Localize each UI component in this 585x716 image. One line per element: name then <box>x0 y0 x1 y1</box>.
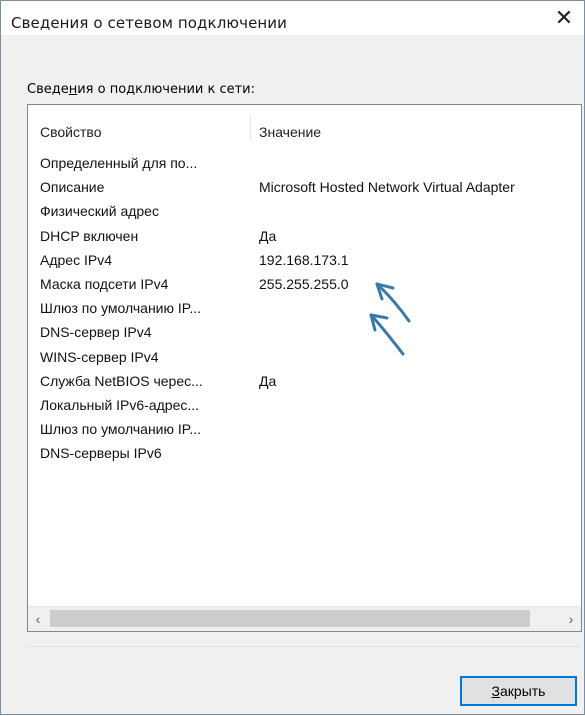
table-row[interactable]: Служба NetBIOS черес... Да <box>28 370 581 394</box>
connection-details-list[interactable]: Свойство Значение Определенный для по...… <box>27 104 582 632</box>
network-connection-details-dialog: Сведения о сетевом подключении ✕ Сведени… <box>0 0 585 715</box>
value-cell: Да <box>259 227 277 244</box>
property-cell: WINS-сервер IPv4 <box>40 348 159 365</box>
close-button-access-key: З <box>491 683 500 699</box>
column-header-property[interactable]: Свойство <box>40 124 101 140</box>
table-row[interactable]: Определенный для по... <box>28 152 581 176</box>
column-header-value[interactable]: Значение <box>259 124 321 140</box>
table-row[interactable]: WINS-сервер IPv4 <box>28 346 581 370</box>
value-cell: Microsoft Hosted Network Virtual Adapter <box>259 179 515 196</box>
column-separator[interactable] <box>250 117 251 141</box>
property-cell: DNS-серверы IPv6 <box>40 445 162 462</box>
scroll-right-icon[interactable]: › <box>561 607 581 631</box>
table-row[interactable]: Локальный IPv6-адрес... <box>28 394 581 418</box>
property-cell: Определенный для по... <box>40 155 198 171</box>
property-cell: Шлюз по умолчанию IP... <box>40 300 201 317</box>
table-row[interactable]: Маска подсети IPv4 255.255.255.0 <box>28 273 581 297</box>
table-row[interactable]: Физический адрес <box>28 200 581 224</box>
list-rows: Определенный для по... Описание Microsoft … <box>28 152 581 466</box>
section-label-post: ия о подключении к сети: <box>77 82 256 97</box>
table-row[interactable]: Адрес IPv4 192.168.173.1 <box>28 249 581 273</box>
property-cell: Адрес IPv4 <box>40 251 112 268</box>
table-row[interactable]: DNS-серверы IPv6 <box>28 442 581 466</box>
title-bar: Сведения о сетевом подключении ✕ <box>1 1 584 35</box>
section-label: Сведения о подключении к сети: <box>27 82 255 97</box>
property-cell: Описание <box>40 179 105 196</box>
dialog-title: Сведения о сетевом подключении <box>11 14 288 32</box>
table-row[interactable]: Описание Microsoft Hosted Network Virtual… <box>28 176 581 200</box>
table-row[interactable]: DHCP включен Да <box>28 225 581 249</box>
value-cell: 255.255.255.0 <box>259 275 349 292</box>
property-cell: Маска подсети IPv4 <box>40 275 169 292</box>
table-row[interactable]: DNS-сервер IPv4 <box>28 321 581 345</box>
scroll-left-icon[interactable]: ‹ <box>28 607 48 631</box>
property-cell: Шлюз по умолчанию IP... <box>40 421 201 438</box>
property-cell: Служба NetBIOS черес... <box>40 372 203 389</box>
value-cell: Да <box>259 372 277 389</box>
table-row[interactable]: Шлюз по умолчанию IP... <box>28 418 581 442</box>
scrollbar-thumb[interactable] <box>50 610 530 627</box>
divider <box>27 646 580 647</box>
table-row[interactable]: Шлюз по умолчанию IP... <box>28 297 581 321</box>
property-cell: Локальный IPv6-адрес... <box>40 396 200 413</box>
property-cell: Физический адрес <box>40 203 159 220</box>
close-button-post: акрыть <box>500 683 546 699</box>
horizontal-scrollbar[interactable]: ‹ › <box>28 606 581 631</box>
section-label-access-key: н <box>68 82 78 97</box>
property-cell: DNS-сервер IPv4 <box>40 324 152 341</box>
property-cell: DHCP включен <box>40 227 139 244</box>
close-icon[interactable]: ✕ <box>548 5 580 33</box>
value-cell: 192.168.173.1 <box>259 251 349 268</box>
close-button[interactable]: Закрыть <box>460 676 577 706</box>
section-label-pre: Сведе <box>27 82 69 97</box>
list-header: Свойство Значение <box>28 105 581 145</box>
